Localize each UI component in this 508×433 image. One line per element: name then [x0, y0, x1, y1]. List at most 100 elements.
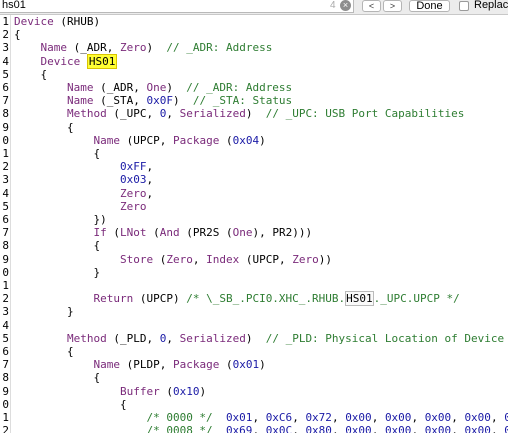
code-token: 0x10 [172, 384, 200, 398]
code-token: Name [93, 133, 120, 147]
code-line: 8 { [0, 371, 508, 384]
replace-checkbox[interactable] [459, 1, 469, 11]
code-token: Serialized [179, 107, 246, 121]
code-token: ) [172, 94, 193, 108]
code-token: // _PLD: Physical Location of Device [265, 331, 505, 345]
code-token: /* 0000 */ [146, 411, 213, 424]
code-token: } [14, 305, 74, 319]
line-number: 9 [2, 120, 9, 134]
code-text: Return (UPCP) /* \_SB_.PCI0.XHC_.RHUB.HS… [14, 291, 460, 307]
line-number: 1 [2, 15, 9, 28]
clear-search-icon[interactable]: × [340, 0, 351, 11]
code-token: 0x72 [305, 411, 332, 424]
code-line: 5 Method (_PLD, 0, Serialized) // _PLD: … [0, 332, 508, 345]
previous-match-button[interactable]: < [362, 0, 381, 12]
code-token: Zero [119, 41, 147, 55]
code-token: 0x00 [384, 424, 412, 433]
code-token: LNot [119, 226, 147, 240]
code-token: , [252, 411, 266, 424]
next-match-button[interactable]: > [383, 0, 402, 12]
code-editor[interactable]: 1 Device (RHUB) 2{3 Name (_ADR, Zero) // _… [0, 15, 508, 433]
match-count: 4 [330, 0, 336, 11]
code-line: 9 Buffer (0x10) [0, 385, 508, 398]
code-token: ( [153, 252, 167, 266]
done-button[interactable]: Done [409, 0, 450, 12]
code-token: , [146, 160, 154, 174]
code-line: 2{ [0, 28, 508, 41]
code-line: 1 Device (RHUB) [0, 15, 508, 28]
code-token: And [159, 226, 180, 240]
code-text: If (LNot (And (PR2S (One), PR2))) [14, 226, 312, 239]
code-token: , [192, 252, 207, 266]
code-token: 0x00 [464, 411, 491, 424]
code-token: (_ADR, [67, 41, 120, 55]
code-text: Name (UPCP, Package (0x04) [14, 133, 265, 147]
code-token: (PLDP, [119, 358, 173, 372]
code-token: ( [219, 358, 233, 372]
code-line: 7 If (LNot (And (PR2S (One), PR2))) [0, 226, 508, 239]
code-token: { [14, 239, 101, 253]
code-token: ) [146, 41, 167, 55]
code-token: ) [245, 107, 266, 121]
code-text: { [14, 121, 74, 134]
code-text: Store (Zero, Index (UPCP, Zero)) [14, 253, 332, 266]
code-token: One [232, 226, 253, 240]
code-token: Name [66, 94, 94, 108]
code-token: , [331, 411, 346, 424]
search-match: HS01 [345, 291, 374, 307]
code-token: ._UPC.UPCP */ [373, 292, 460, 306]
code-token: 0x69 [225, 424, 253, 433]
code-line: 8 { [0, 239, 508, 252]
line-number: 9 [2, 252, 9, 266]
code-text: }) [14, 213, 106, 226]
code-line: 0 Name (UPCP, Package (0x04) [0, 134, 508, 147]
code-line: 3 Name (_ADR, Zero) // _ADR: Address [0, 41, 508, 54]
code-token: One [146, 81, 167, 94]
code-token: 0x00 [384, 411, 412, 424]
search-match-current: HS01 [86, 53, 118, 69]
code-line: 2 /* 0008 */ 0x69, 0x0C, 0x80, 0x00, 0x0… [0, 424, 508, 433]
code-token: (_PLD, [106, 331, 160, 345]
line-number: 8 [2, 107, 9, 121]
line-number: 0 [2, 133, 9, 147]
find-input[interactable]: hs01 [0, 0, 354, 13]
code-text: Device (RHUB) [14, 15, 100, 28]
code-token: 0x00 [424, 411, 452, 424]
code-token: 0x01 [225, 411, 253, 424]
code-line: 6 Name (_ADR, One) // _ADR: Address [0, 81, 508, 94]
line-number: 4 [2, 186, 9, 200]
code-text: Name (_ADR, Zero) // _ADR: Address [14, 41, 273, 55]
code-token: (RHUB) [53, 15, 101, 28]
code-token: 0x00 [504, 411, 508, 424]
code-token: 0x0F [146, 94, 173, 108]
line-number: 2 [2, 28, 9, 42]
code-token: // _ADR: Address [186, 81, 293, 94]
line-number: 7 [2, 226, 9, 240]
line-number: 5 [2, 67, 9, 81]
code-text: Zero [14, 200, 147, 213]
code-text: /* 0000 */ 0x01, 0xC6, 0x72, 0x00, 0x00,… [14, 411, 508, 424]
code-token: , [451, 411, 465, 424]
code-token: (_ADR, [93, 81, 147, 94]
code-token: // _STA: Status [192, 94, 293, 108]
line-number: 3 [2, 41, 9, 55]
code-line: 1 /* 0000 */ 0x01, 0xC6, 0x72, 0x00, 0x0… [0, 411, 508, 424]
code-line: 6 { [0, 345, 508, 358]
code-token: , [146, 173, 154, 187]
code-text: } [14, 266, 100, 279]
line-number: 4 [2, 54, 9, 68]
code-token: 0xC6 [265, 411, 293, 424]
code-line: 5 Zero [0, 200, 508, 213]
